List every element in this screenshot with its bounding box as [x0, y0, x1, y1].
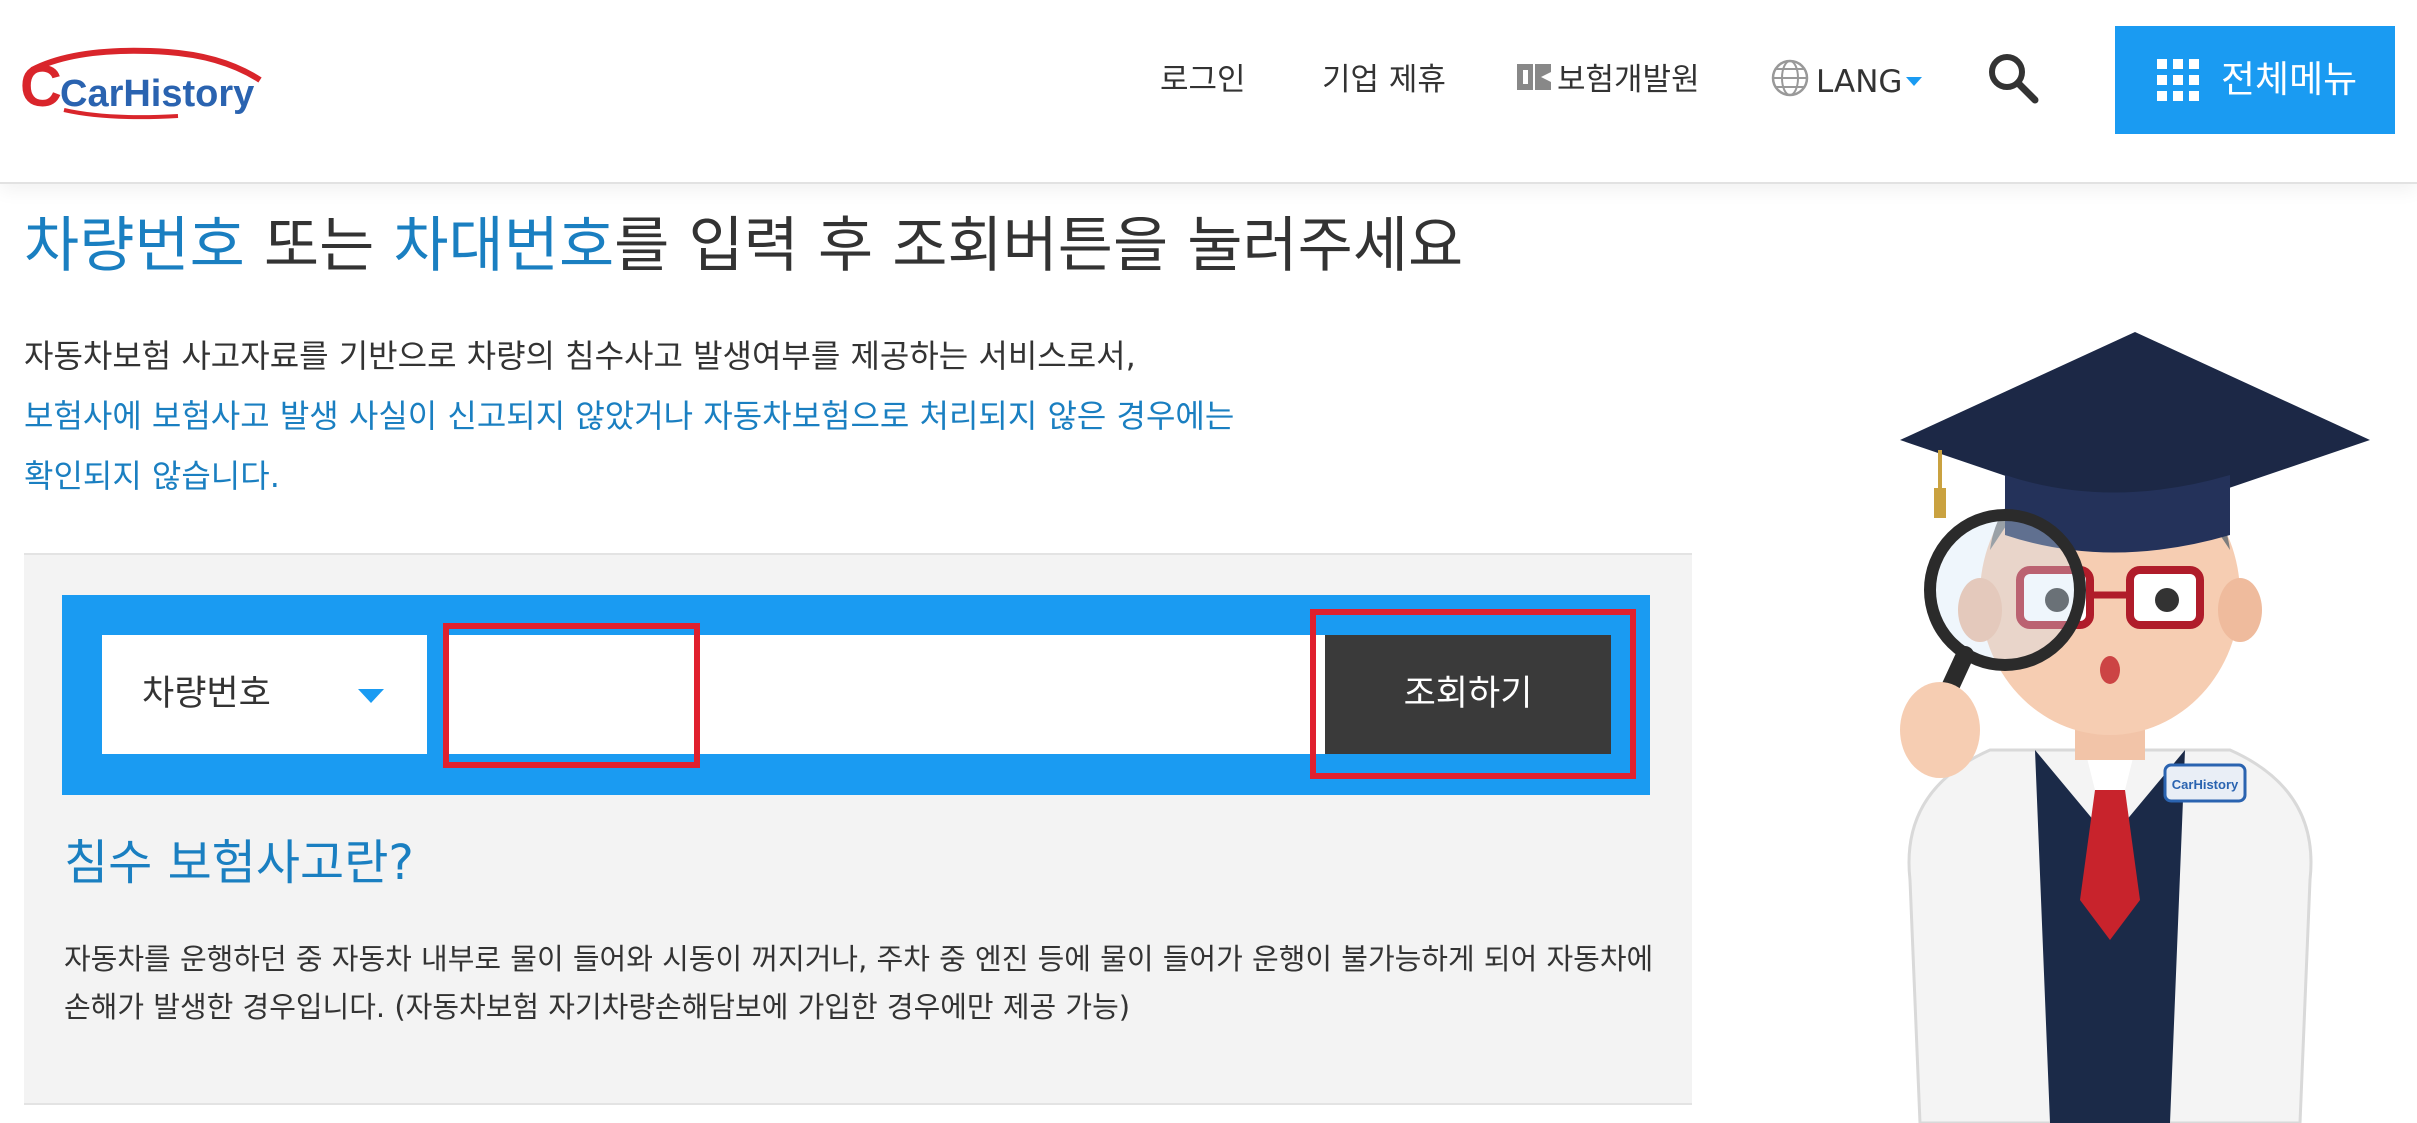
mascot-badge-text: CarHistory	[2172, 777, 2239, 792]
full-menu-button[interactable]: 전체메뉴	[2115, 26, 2395, 134]
globe-icon	[1771, 59, 1809, 97]
nav-partner[interactable]: 기업 제휴	[1322, 58, 1446, 102]
desc-line-1: 자동차보험 사고자료를 기반으로 차량의 침수사고 발생여부를 제공하는 서비스…	[24, 337, 1136, 375]
nav-kidi[interactable]: 보험개발원	[1515, 58, 1700, 102]
desc-line-2: 보험사에 보험사고 발생 사실이 신고되지 않았거나 자동차보험으로 처리되지 …	[24, 397, 1235, 435]
logo-text: CarHistory	[60, 73, 254, 115]
nav-lang[interactable]: LANG	[1770, 58, 1923, 102]
service-description: 자동차보험 사고자료를 기반으로 차량의 침수사고 발생여부를 제공하는 서비스…	[24, 326, 1234, 506]
info-line-1: 자동차를 운행하던 중 자동차 내부로 물이 들어와 시동이 꺼지거나, 주차 …	[64, 942, 1654, 976]
headline-vin: 차대번호	[393, 211, 615, 281]
nav-kidi-label: 보험개발원	[1557, 62, 1700, 98]
nav-lang-label: LANG	[1816, 64, 1903, 100]
plate-number-input[interactable]	[445, 635, 1367, 754]
grid-menu-icon	[2157, 59, 2199, 101]
flood-accident-description: 자동차를 운행하던 중 자동차 내부로 물이 들어와 시동이 꺼지거나, 주차 …	[64, 935, 1674, 1031]
headline-or: 또는	[244, 211, 394, 281]
info-line-2: 손해가 발생한 경우입니다. (자동차보험 자기차량손해담보에 가입한 경우에만…	[64, 990, 1131, 1024]
full-menu-label: 전체메뉴	[2221, 58, 2358, 101]
query-button[interactable]: 조회하기	[1325, 635, 1611, 754]
search-panel: 차량번호 조회하기 침수 보험사고란? 자동차를 운행하던 중 자동차 내부로 …	[24, 553, 1692, 1105]
page-title: 차량번호 또는 차대번호를 입력 후 조회버튼을 눌러주세요	[24, 208, 1463, 284]
search-type-select[interactable]: 차량번호	[102, 635, 427, 754]
search-icon[interactable]	[1985, 50, 2041, 106]
nav-login[interactable]: 로그인	[1160, 58, 1246, 102]
carhistory-logo[interactable]: C CarHistory	[18, 40, 268, 124]
flood-accident-title: 침수 보험사고란?	[64, 835, 414, 891]
svg-text:C: C	[20, 54, 62, 119]
site-header: C CarHistory 로그인 기업 제휴 보험개발원 LANG 전체메뉴	[0, 0, 2417, 184]
search-bar: 차량번호 조회하기	[62, 595, 1650, 795]
headline-rest: 를 입력 후 조회버튼을 눌러주세요	[614, 211, 1464, 281]
kidi-logo-icon	[1517, 64, 1551, 90]
caret-down-icon	[1906, 77, 1923, 86]
headline-plate: 차량번호	[24, 211, 245, 281]
desc-line-3: 확인되지 않습니다.	[24, 457, 280, 495]
detective-mascot-illustration: CarHistory	[1900, 332, 2370, 1123]
search-type-value: 차량번호	[142, 674, 271, 714]
chevron-down-icon	[358, 689, 384, 703]
